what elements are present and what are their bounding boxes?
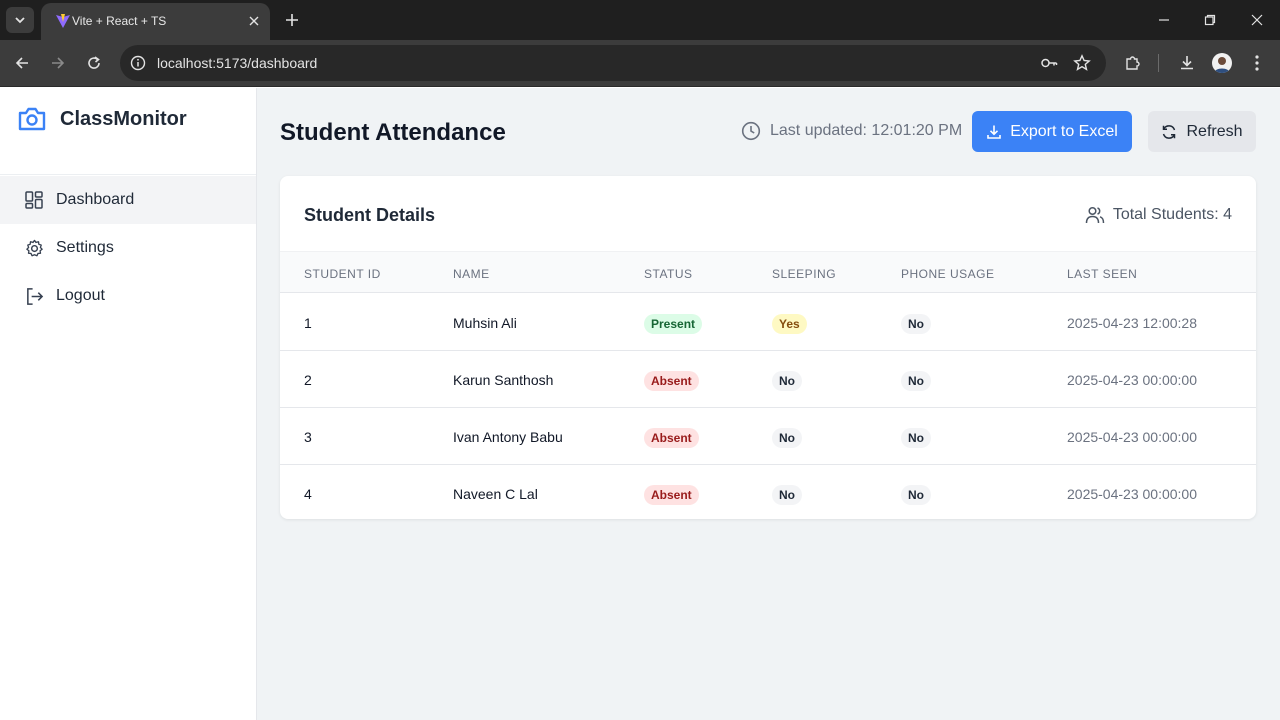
student-name: Muhsin Ali <box>453 315 517 331</box>
phone-usage-badge: No <box>901 485 931 505</box>
last-seen: 2025-04-23 12:00:28 <box>1067 315 1197 331</box>
more-vertical-icon <box>1255 55 1259 71</box>
download-icon <box>986 124 1002 140</box>
last-updated-text: Last updated: 12:01:20 PM <box>770 122 963 139</box>
new-tab-button[interactable] <box>282 10 302 30</box>
forward-button[interactable] <box>47 52 69 74</box>
student-id: 1 <box>304 315 312 331</box>
sleeping-badge: Yes <box>772 314 807 334</box>
close-icon <box>1251 14 1263 26</box>
sidebar-item-settings[interactable]: Settings <box>0 224 256 272</box>
main-content: Student Attendance Last updated: 12:01:2… <box>257 88 1280 720</box>
password-key-icon[interactable] <box>1039 53 1059 73</box>
table-header: Student ID Name Status Sleeping Phone Us… <box>280 251 1256 293</box>
logout-icon <box>24 286 44 306</box>
chevron-down-icon <box>15 17 25 24</box>
card-title: Student Details <box>304 205 436 225</box>
student-name: Naveen C Lal <box>453 486 538 502</box>
reload-button[interactable] <box>83 52 105 74</box>
clock-icon <box>741 121 761 141</box>
back-button[interactable] <box>11 52 33 74</box>
last-seen: 2025-04-23 00:00:00 <box>1067 429 1197 445</box>
export-label: Export to Excel <box>1010 122 1118 140</box>
student-details-card: Student Details Total Students: 4 Studen… <box>280 176 1256 519</box>
sleeping-badge: No <box>772 371 802 391</box>
student-id: 4 <box>304 486 312 502</box>
phone-usage-badge: No <box>901 314 931 334</box>
gear-icon <box>24 238 44 258</box>
sidebar-item-label: Logout <box>56 287 105 304</box>
sidebar-item-label: Settings <box>56 239 114 256</box>
last-seen: 2025-04-23 00:00:00 <box>1067 372 1197 388</box>
arrow-right-icon <box>52 57 65 69</box>
minimize-button[interactable] <box>1154 10 1174 30</box>
export-to-excel-button[interactable]: Export to Excel <box>972 111 1132 152</box>
total-students-text: Total Students: 4 <box>1112 206 1232 223</box>
sidebar-item-label: Dashboard <box>56 191 135 208</box>
divider <box>0 174 256 175</box>
table-row[interactable]: 4 Naveen C Lal Absent No No 2025-04-23 0… <box>280 465 1256 519</box>
total-students: Total Students: 4 <box>1085 205 1232 225</box>
table-row[interactable]: 1 Muhsin Ali Present Yes No 2025-04-23 1… <box>280 294 1256 351</box>
bookmark-star-icon[interactable] <box>1072 53 1092 73</box>
site-info-icon[interactable] <box>128 53 148 73</box>
tab-title: Vite + React + TS <box>72 14 167 28</box>
close-icon[interactable] <box>246 13 262 29</box>
browser-tab-strip: Vite + React + TS <box>0 0 1280 40</box>
column-header[interactable]: Last Seen <box>1067 267 1137 281</box>
last-seen: 2025-04-23 00:00:00 <box>1067 486 1197 502</box>
refresh-button[interactable]: Refresh <box>1148 111 1256 152</box>
page-title: Student Attendance <box>280 119 506 146</box>
phone-usage-badge: No <box>901 428 931 448</box>
url-text[interactable]: localhost:5173/dashboard <box>157 55 317 71</box>
profile-avatar[interactable] <box>1212 53 1232 73</box>
status-badge: Absent <box>644 485 699 505</box>
restore-icon <box>1204 14 1216 26</box>
restore-button[interactable] <box>1200 10 1220 30</box>
column-header[interactable]: Sleeping <box>772 267 836 281</box>
column-header[interactable]: Phone Usage <box>901 267 995 281</box>
browser-menu-button[interactable] <box>1246 52 1268 74</box>
browser-toolbar: localhost:5173/dashboard <box>0 40 1280 87</box>
brand-name: ClassMonitor <box>60 107 187 130</box>
status-badge: Present <box>644 314 703 334</box>
sidebar-item-dashboard[interactable]: Dashboard <box>0 176 256 224</box>
sidebar: ClassMonitor Dashboard Settings Logout <box>0 88 257 720</box>
table-row[interactable]: 2 Karun Santhosh Absent No No 2025-04-23… <box>280 351 1256 408</box>
arrow-left-icon <box>15 57 28 69</box>
column-header[interactable]: Student ID <box>304 267 381 281</box>
plus-icon <box>286 14 298 26</box>
phone-usage-badge: No <box>901 371 931 391</box>
status-badge: Absent <box>644 428 699 448</box>
refresh-label: Refresh <box>1186 122 1243 140</box>
status-badge: Absent <box>644 371 699 391</box>
users-icon <box>1085 205 1105 225</box>
student-name: Ivan Antony Babu <box>453 429 563 445</box>
layout-grid-icon <box>24 190 44 210</box>
user-avatar-icon <box>1214 57 1230 73</box>
camera-icon <box>18 107 46 131</box>
brand[interactable]: ClassMonitor <box>17 106 187 132</box>
student-id: 2 <box>304 372 312 388</box>
browser-tab[interactable]: Vite + React + TS <box>41 3 270 40</box>
tab-search-button[interactable] <box>6 7 34 33</box>
last-updated: Last updated: 12:01:20 PM <box>741 121 962 141</box>
column-header[interactable]: Name <box>453 267 490 281</box>
vite-logo-icon <box>56 14 70 28</box>
student-name: Karun Santhosh <box>453 372 554 388</box>
table-row[interactable]: 3 Ivan Antony Babu Absent No No 2025-04-… <box>280 408 1256 465</box>
address-bar[interactable]: localhost:5173/dashboard <box>120 45 1106 81</box>
minimize-icon <box>1159 19 1169 21</box>
reload-icon <box>88 56 100 69</box>
student-id: 3 <box>304 429 312 445</box>
sleeping-badge: No <box>772 485 802 505</box>
sidebar-item-logout[interactable]: Logout <box>0 272 256 320</box>
sleeping-badge: No <box>772 428 802 448</box>
download-icon[interactable] <box>1176 52 1198 74</box>
refresh-icon <box>1161 124 1177 140</box>
column-header[interactable]: Status <box>644 267 693 281</box>
toolbar-divider <box>1158 54 1159 72</box>
extensions-icon[interactable] <box>1122 52 1144 74</box>
close-window-button[interactable] <box>1247 10 1267 30</box>
